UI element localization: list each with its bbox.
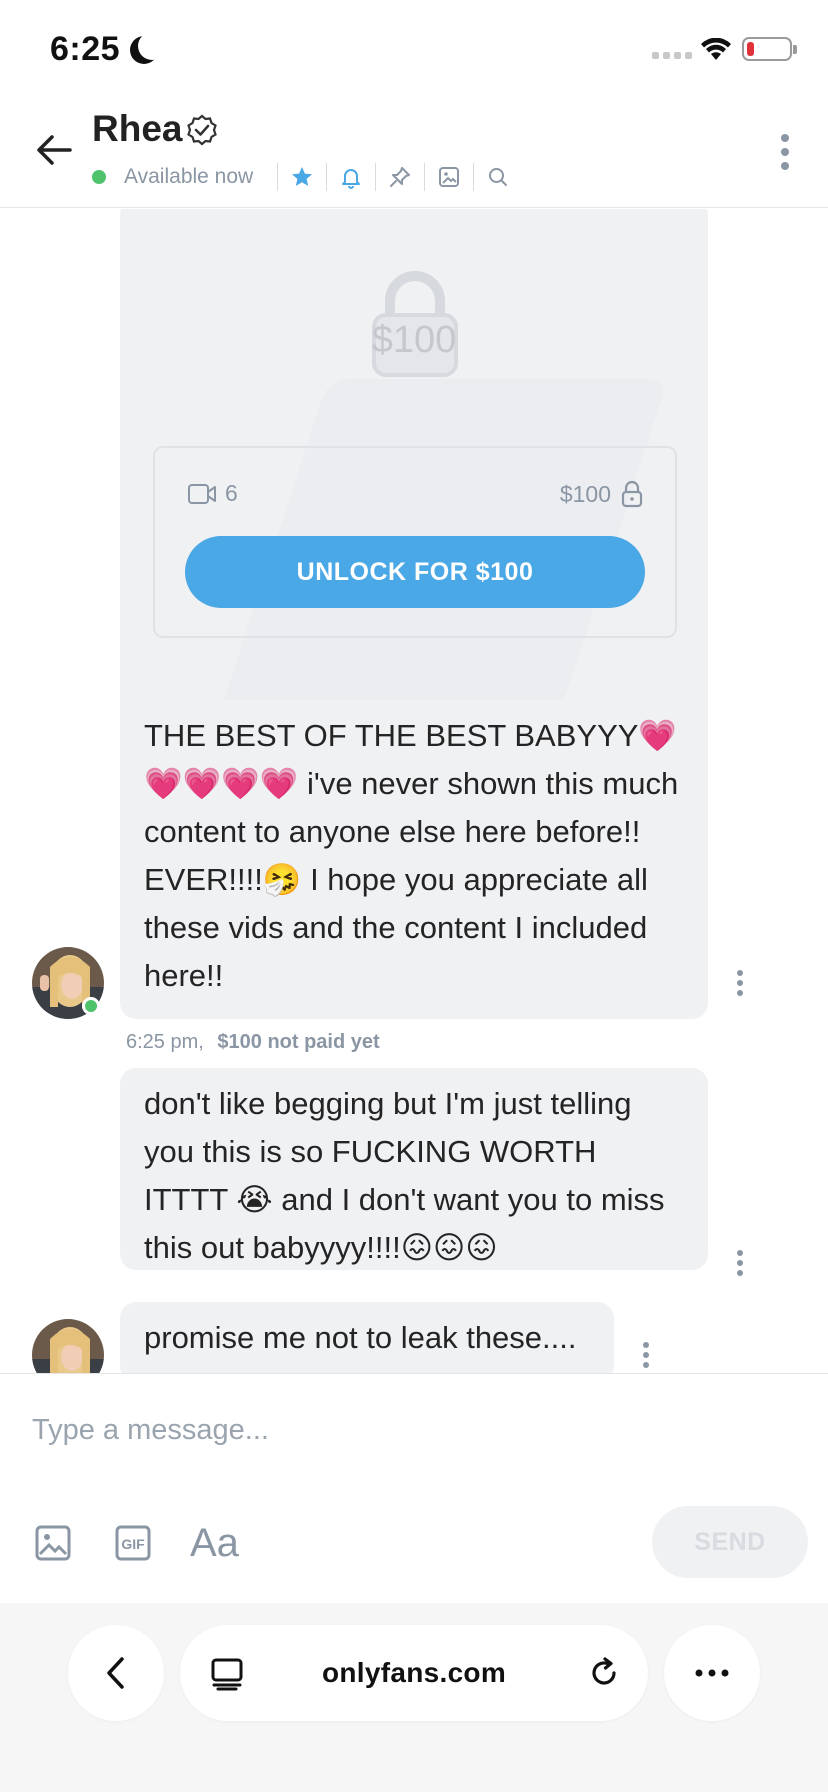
padlock-icon	[621, 480, 643, 508]
message-meta: 6:25 pm, $100 not paid yet	[126, 1031, 380, 1054]
image-upload-icon[interactable]	[34, 1522, 72, 1564]
star-icon[interactable]	[290, 165, 314, 189]
message-time: 6:25 pm,	[126, 1031, 204, 1053]
status-time: 6:25	[50, 30, 121, 68]
message-bubble[interactable]: don't like begging but I'm just telling …	[120, 1068, 708, 1270]
message-bubble[interactable]: THE BEST OF THE BEST BABYYY💗💗💗💗💗 i've ne…	[120, 700, 708, 1019]
online-indicator	[92, 170, 106, 184]
video-camera-icon	[188, 483, 216, 504]
media-price-value: $100	[559, 480, 611, 507]
message-input[interactable]	[32, 1410, 732, 1450]
locked-price: $100	[371, 319, 457, 361]
status-row: Available now	[92, 162, 510, 192]
chat-area[interactable]: $100 6 $100 UNLOCK FOR $100 THE BEST OF …	[0, 209, 828, 1373]
availability-status: Available now	[124, 165, 254, 188]
video-count: 6	[187, 480, 238, 507]
text-format-button[interactable]: Aa	[190, 1521, 239, 1565]
back-arrow-icon[interactable]	[30, 126, 78, 174]
chevron-left-icon	[107, 1657, 124, 1689]
status-bar: 6:25	[0, 0, 828, 96]
message-composer: GIF Aa SEND	[0, 1373, 828, 1603]
moon-icon	[138, 32, 166, 60]
message-options-icon[interactable]	[737, 970, 745, 996]
avatar[interactable]	[32, 1319, 104, 1373]
bell-icon[interactable]	[339, 165, 363, 189]
avatar-online-indicator	[82, 997, 100, 1015]
unlock-box: 6 $100 UNLOCK FOR $100	[153, 446, 677, 638]
video-count-value: 6	[225, 480, 238, 506]
gallery-icon[interactable]	[437, 165, 461, 189]
search-icon[interactable]	[486, 165, 510, 189]
chat-header: Rhea Available now	[0, 96, 828, 208]
tabs-icon[interactable]	[210, 1657, 244, 1691]
pin-icon[interactable]	[388, 165, 412, 189]
battery-icon	[742, 37, 797, 61]
send-button[interactable]: SEND	[652, 1506, 808, 1578]
more-options-icon[interactable]	[780, 134, 790, 170]
message-options-icon[interactable]	[737, 1250, 745, 1276]
svg-text:GIF: GIF	[121, 1536, 145, 1552]
browser-back-button[interactable]	[68, 1625, 164, 1721]
contact-name[interactable]: Rhea	[92, 108, 182, 150]
message-bubble[interactable]: promise me not to leak these....	[120, 1302, 614, 1373]
address-bar[interactable]: onlyfans.com	[180, 1625, 648, 1721]
browser-more-button[interactable]	[664, 1625, 760, 1721]
verified-badge-icon	[187, 114, 217, 146]
reload-icon[interactable]	[586, 1655, 622, 1691]
cellular-signal-icon	[652, 52, 692, 59]
payment-status: $100 not paid yet	[217, 1031, 380, 1053]
media-price: $100	[560, 480, 643, 508]
browser-toolbar: onlyfans.com	[0, 1603, 828, 1792]
more-horizontal-icon	[695, 1669, 729, 1677]
url-text[interactable]: onlyfans.com	[322, 1657, 506, 1689]
unlock-button[interactable]: UNLOCK FOR $100	[185, 536, 645, 608]
message-options-icon[interactable]	[643, 1342, 651, 1368]
gif-icon[interactable]: GIF	[114, 1522, 152, 1564]
wifi-icon	[701, 38, 731, 60]
